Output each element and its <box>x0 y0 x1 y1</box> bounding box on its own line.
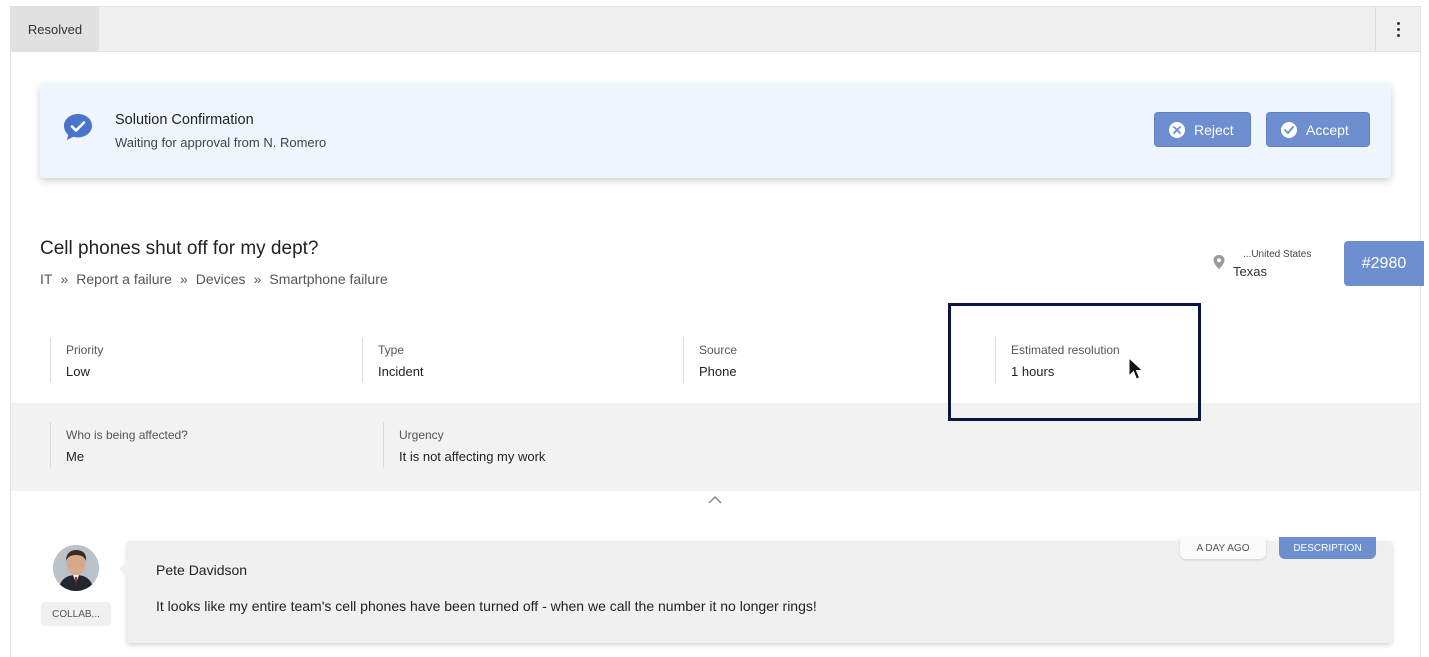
field-value: Incident <box>378 364 424 379</box>
kebab-menu-icon[interactable] <box>1375 7 1420 52</box>
field-value: Me <box>66 449 85 464</box>
ticket-title: Cell phones shut off for my dept? <box>40 238 319 259</box>
field-label: Type <box>378 343 405 357</box>
field-value: It is not affecting my work <box>399 449 546 464</box>
field-value: Phone <box>699 364 737 379</box>
breadcrumb-item[interactable]: IT <box>40 271 52 287</box>
field-who-affected: Who is being affected? Me <box>50 422 188 468</box>
comment-author: Pete Davidson <box>156 562 248 578</box>
location-state: Texas <box>1233 264 1267 279</box>
field-label: Priority <box>66 343 104 357</box>
top-bar: Resolved <box>11 7 1420 52</box>
field-source: Source Phone <box>683 337 737 383</box>
ticket-id-badge: #2980 <box>1344 241 1424 286</box>
breadcrumb-item[interactable]: Report a failure <box>76 271 172 287</box>
check-circle-icon <box>1281 121 1297 138</box>
breadcrumb-separator: » <box>60 271 69 287</box>
accept-label: Accept <box>1306 121 1349 138</box>
chat-check-icon <box>64 114 92 140</box>
close-circle-icon <box>1169 121 1185 138</box>
breadcrumb: IT » Report a failure » Devices » Smartp… <box>40 271 388 287</box>
confirmation-subtitle: Waiting for approval from N. Romero <box>115 135 327 150</box>
field-label: Who is being affected? <box>66 428 188 442</box>
ticket-panel: Resolved Solution Confirmation Waiting f… <box>10 6 1424 657</box>
reject-button[interactable]: Reject <box>1154 112 1251 147</box>
solution-confirmation-card: Solution Confirmation Waiting for approv… <box>40 83 1391 178</box>
breadcrumb-item[interactable]: Devices <box>196 271 246 287</box>
description-tag: DESCRIPTION <box>1279 537 1376 559</box>
field-label: Source <box>699 343 738 357</box>
avatar <box>53 545 99 591</box>
collaborator-badge: COLLAB... <box>41 602 111 626</box>
mouse-cursor-icon <box>1128 357 1144 380</box>
breadcrumb-separator: » <box>179 271 188 287</box>
location-pin-icon <box>1213 255 1225 269</box>
confirmation-title: Solution Confirmation <box>115 112 254 128</box>
comment-time-badge: A DAY AGO <box>1180 537 1266 559</box>
status-tab-resolved[interactable]: Resolved <box>11 7 99 52</box>
location-country: ...United States <box>1243 249 1312 260</box>
highlight-box <box>948 303 1201 421</box>
comment-text: It looks like my entire team's cell phon… <box>156 598 817 614</box>
reject-label: Reject <box>1194 121 1234 138</box>
field-label: Urgency <box>399 428 444 442</box>
chevron-up-icon[interactable] <box>708 495 722 505</box>
field-priority: Priority Low <box>50 337 103 383</box>
field-urgency: Urgency It is not affecting my work <box>383 422 545 468</box>
breadcrumb-separator: » <box>253 271 262 287</box>
comment-card: A DAY AGO DESCRIPTION Pete Davidson It l… <box>119 537 1392 643</box>
field-type: Type Incident <box>362 337 424 383</box>
additional-fields-band <box>11 403 1420 491</box>
accept-button[interactable]: Accept <box>1266 112 1370 147</box>
breadcrumb-item[interactable]: Smartphone failure <box>269 271 387 287</box>
field-value: Low <box>66 364 90 379</box>
